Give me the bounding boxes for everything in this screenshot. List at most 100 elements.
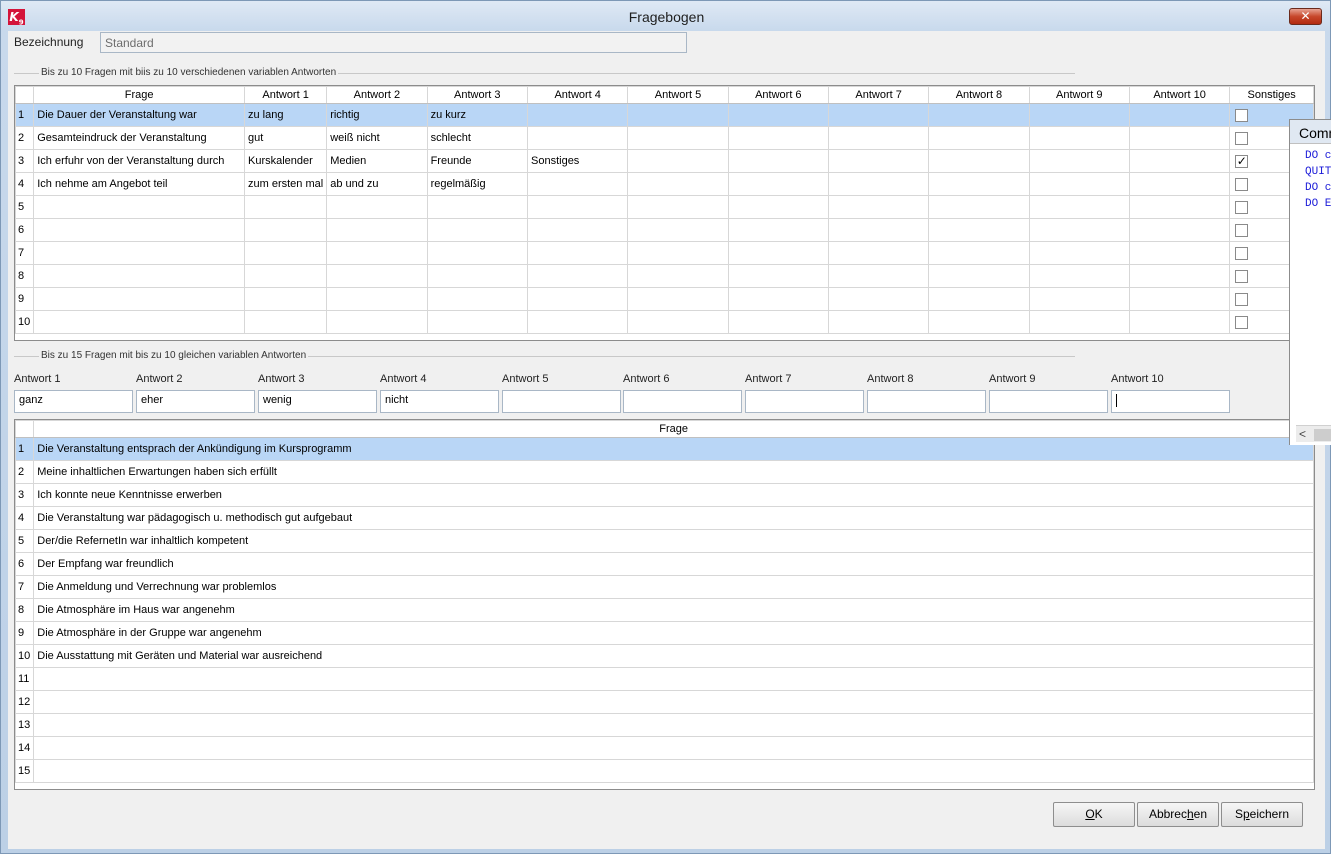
command-line[interactable]: DO E: [1290, 196, 1331, 212]
grid1-row[interactable]: 6: [15, 218, 1314, 242]
question-cell[interactable]: Die Dauer der Veranstaltung war: [33, 103, 245, 127]
question-cell[interactable]: [33, 713, 1314, 737]
shared-answer-input[interactable]: wenig: [258, 390, 377, 413]
answer-cell[interactable]: [727, 172, 829, 196]
sonstiges-checkbox[interactable]: ✓: [1235, 154, 1249, 168]
grid2-row[interactable]: 7 Die Anmeldung und Verrechnung war probl…: [15, 575, 1314, 599]
grid1-col-header[interactable]: Antwort 4: [526, 86, 629, 104]
grid2-row[interactable]: 3 Ich konnte neue Kenntnisse erwerben: [15, 483, 1314, 507]
question-cell[interactable]: [33, 736, 1314, 760]
grid1-col-header[interactable]: Antwort 5: [627, 86, 729, 104]
answer-cell[interactable]: [1128, 264, 1231, 288]
command-line[interactable]: QUIT: [1290, 164, 1331, 180]
answer-cell[interactable]: regelmäßig: [426, 172, 529, 196]
shared-answer-input[interactable]: eher: [136, 390, 255, 413]
shared-answer-input[interactable]: nicht: [380, 390, 499, 413]
answer-cell[interactable]: [627, 103, 729, 127]
grid2-col-header[interactable]: Frage: [33, 420, 1314, 438]
shared-answer-input[interactable]: [867, 390, 986, 413]
grid1-row[interactable]: 5: [15, 195, 1314, 219]
grid1-col-header[interactable]: Antwort 3: [426, 86, 529, 104]
answer-cell[interactable]: [1028, 310, 1130, 334]
answer-cell[interactable]: [1128, 241, 1231, 265]
answer-cell[interactable]: Freunde: [426, 149, 529, 173]
answer-cell[interactable]: [928, 218, 1030, 242]
command-line[interactable]: DO c: [1290, 148, 1331, 164]
answer-cell[interactable]: [1128, 218, 1231, 242]
grid1-row[interactable]: 3 Ich erfuhr von der Veranstaltung durch K…: [15, 149, 1314, 173]
question-cell[interactable]: Ich erfuhr von der Veranstaltung durch: [33, 149, 245, 173]
answer-cell[interactable]: ab und zu: [326, 172, 428, 196]
grid2-row[interactable]: 14: [15, 736, 1314, 760]
answer-cell[interactable]: gut: [243, 126, 328, 150]
answer-cell[interactable]: [243, 264, 328, 288]
answer-cell[interactable]: [1028, 126, 1130, 150]
save-button[interactable]: Speichern: [1221, 802, 1303, 827]
answer-cell[interactable]: [526, 172, 629, 196]
answer-cell[interactable]: [727, 103, 829, 127]
grid2-row[interactable]: 2 Meine inhaltlichen Erwartungen haben si…: [15, 460, 1314, 484]
grid1-col-header[interactable]: Antwort 7: [827, 86, 930, 104]
question-cell[interactable]: [33, 264, 245, 288]
answer-cell[interactable]: [326, 287, 428, 311]
answer-cell[interactable]: [1028, 287, 1130, 311]
question-cell[interactable]: [33, 667, 1314, 691]
answer-cell[interactable]: Medien: [326, 149, 428, 173]
answer-cell[interactable]: [727, 310, 829, 334]
question-cell[interactable]: Der Empfang war freundlich: [33, 552, 1314, 576]
answer-cell[interactable]: [426, 218, 529, 242]
answer-cell[interactable]: [928, 264, 1030, 288]
sonstiges-checkbox[interactable]: [1235, 177, 1249, 191]
questions-grid-shared[interactable]: Frage 1 Die Veranstaltung entsprach der A…: [14, 419, 1315, 790]
answer-cell[interactable]: [928, 195, 1030, 219]
grid1-col-header[interactable]: Antwort 9: [1028, 86, 1130, 104]
grid2-row[interactable]: 9 Die Atmosphäre in der Gruppe war angene…: [15, 621, 1314, 645]
answer-cell[interactable]: [727, 264, 829, 288]
grid2-row[interactable]: 6 Der Empfang war freundlich: [15, 552, 1314, 576]
question-cell[interactable]: Die Atmosphäre im Haus war angenehm: [33, 598, 1314, 622]
scroll-left-icon[interactable]: <: [1299, 427, 1306, 441]
answer-cell[interactable]: [928, 287, 1030, 311]
answer-cell[interactable]: [426, 264, 529, 288]
answer-cell[interactable]: [526, 195, 629, 219]
answer-cell[interactable]: [727, 195, 829, 219]
answer-cell[interactable]: [243, 218, 328, 242]
title-bar[interactable]: K9 Fragebogen ✕: [1, 1, 1330, 31]
sonstiges-checkbox[interactable]: [1235, 108, 1249, 122]
shared-answer-input[interactable]: ganz: [14, 390, 133, 413]
answer-cell[interactable]: [1128, 172, 1231, 196]
grid1-col-header[interactable]: Antwort 6: [727, 86, 829, 104]
answer-cell[interactable]: [326, 195, 428, 219]
sonstiges-checkbox[interactable]: [1235, 131, 1249, 145]
answer-cell[interactable]: [243, 287, 328, 311]
sonstiges-checkbox[interactable]: [1235, 269, 1249, 283]
question-cell[interactable]: Die Veranstaltung war pädagogisch u. met…: [33, 506, 1314, 530]
bezeichnung-input[interactable]: [100, 32, 687, 53]
ok-button[interactable]: OK: [1053, 802, 1135, 827]
answer-cell[interactable]: [827, 264, 930, 288]
question-cell[interactable]: Die Veranstaltung entsprach der Ankündig…: [33, 437, 1314, 461]
answer-cell[interactable]: [727, 126, 829, 150]
grid2-row[interactable]: 13: [15, 713, 1314, 737]
question-cell[interactable]: Der/die RefernetIn war inhaltlich kompet…: [33, 529, 1314, 553]
grid2-row[interactable]: 10 Die Ausstattung mit Geräten und Materi…: [15, 644, 1314, 668]
answer-cell[interactable]: [827, 126, 930, 150]
close-button[interactable]: ✕: [1289, 8, 1322, 25]
answer-cell[interactable]: [827, 149, 930, 173]
question-cell[interactable]: Gesamteindruck der Veranstaltung: [33, 126, 245, 150]
command-line[interactable]: DO c: [1290, 180, 1331, 196]
grid1-row[interactable]: 4 Ich nehme am Angebot teil zum ersten mal…: [15, 172, 1314, 196]
grid1-col-header[interactable]: Antwort 10: [1128, 86, 1231, 104]
answer-cell[interactable]: [526, 310, 629, 334]
answer-cell[interactable]: [1128, 310, 1231, 334]
answer-cell[interactable]: [526, 103, 629, 127]
shared-answer-input[interactable]: [989, 390, 1108, 413]
answer-cell[interactable]: [928, 103, 1030, 127]
sonstiges-checkbox[interactable]: [1235, 315, 1249, 329]
answer-cell[interactable]: [827, 287, 930, 311]
grid1-row[interactable]: 8: [15, 264, 1314, 288]
sonstiges-checkbox[interactable]: [1235, 292, 1249, 306]
question-cell[interactable]: Die Ausstattung mit Geräten und Material…: [33, 644, 1314, 668]
command-window-hscrollbar[interactable]: <: [1296, 425, 1331, 442]
grid2-row[interactable]: 8 Die Atmosphäre im Haus war angenehm: [15, 598, 1314, 622]
